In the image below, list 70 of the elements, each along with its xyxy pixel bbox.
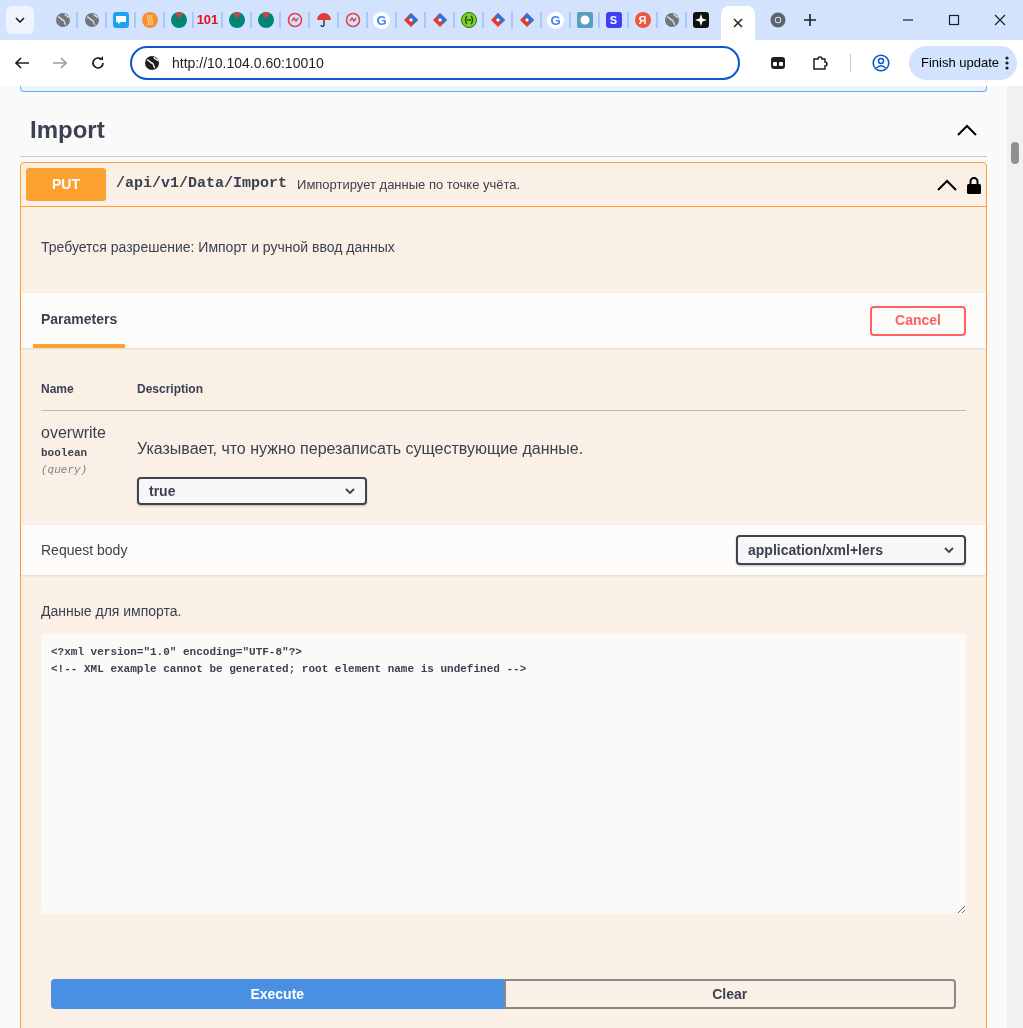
reload-icon [90,55,106,71]
section-title[interactable]: Import [30,112,105,148]
chevron-down-icon [944,547,954,553]
v-circle-icon [228,12,245,28]
diamond-icon [489,12,506,28]
globe-icon [144,55,160,71]
forward-arrow-icon [52,55,68,71]
endpoint-summary: Импортирует данные по точке учёта. [297,175,522,194]
endpoint-path[interactable]: /api/v1/Data/Import [116,173,288,196]
back-arrow-icon [14,55,30,71]
ring-icon [286,12,303,28]
puzzle-icon [811,55,828,71]
globe-icon [83,12,100,28]
v-circle-icon [170,12,187,28]
lock-icon[interactable] [967,175,981,194]
v-circle-icon [257,12,274,28]
browser-tab[interactable]: S [599,6,628,34]
parameter-description: Указывает, что нужно перезаписать существующие данные. [137,439,584,459]
tab-list-button[interactable] [6,6,34,34]
chrome-icon [769,12,786,28]
url-text: http://10.104.0.60:10010 [172,53,324,73]
parameters-tab[interactable]: Parameters [33,293,126,348]
chat-bubble-icon [112,12,129,28]
column-header: Description [137,381,203,398]
close-icon[interactable] [733,18,743,28]
browser-tab[interactable]: 101 [193,6,222,34]
more-icon [1005,56,1009,70]
chevron-down-icon [15,17,25,23]
wave-circle-icon [141,12,158,28]
mask-icon [769,55,786,71]
globe-icon [663,12,680,28]
value-select[interactable]: true [137,477,367,505]
column-header: Name [41,381,75,398]
chevron-up-icon[interactable] [937,178,957,191]
umbrella-icon [315,12,332,28]
diamond-icon [518,12,535,28]
globe-icon [54,12,71,28]
address-bar[interactable]: http://10.104.0.60:10010 [130,46,740,80]
diamond-icon [402,12,419,28]
chevron-down-icon [345,488,355,494]
logo-letter: G [373,11,390,29]
method-badge: PUT [26,168,106,201]
close-icon [994,14,1006,26]
scrollbar-thumb[interactable] [1011,142,1019,164]
logo-text: 101 [196,12,219,28]
logo-letter: Я [634,12,651,28]
auth-note: Требуется разрешение: Импорт и ручной ввод данных [41,239,395,255]
request-body-description: Данные для импорта. [41,603,182,619]
maximize-icon [948,14,960,26]
update-button[interactable]: Finish update [908,46,1017,80]
logo-letter: S [605,12,622,28]
browser-tab[interactable]: G [367,6,396,34]
profile-icon [871,54,890,72]
chevron-up-icon[interactable] [957,124,977,136]
parameter-location: (query) [41,462,89,478]
request-body-label: Request body [41,540,128,560]
scrollbar[interactable] [1007,86,1023,1028]
diamond-icon [431,12,448,28]
bracket-circle-icon [460,12,477,28]
clear-button[interactable]: Clear [503,979,956,1009]
parameter-name: overwrite [41,423,107,443]
browser-tab[interactable]: G [541,6,570,34]
logo-letter: G [547,11,564,29]
content-type-select[interactable]: application/xml+lers [736,535,966,565]
plus-icon [803,13,817,27]
sparkle-icon [692,12,709,28]
splash-icon [576,12,593,28]
ring-icon [344,12,361,28]
code-editor[interactable]: <?xml version="1.0" encoding="UTF-8"?> <!-- XML example cannot be generated; root element name is undefined --> [41,634,966,914]
parameter-type: boolean [41,446,89,461]
